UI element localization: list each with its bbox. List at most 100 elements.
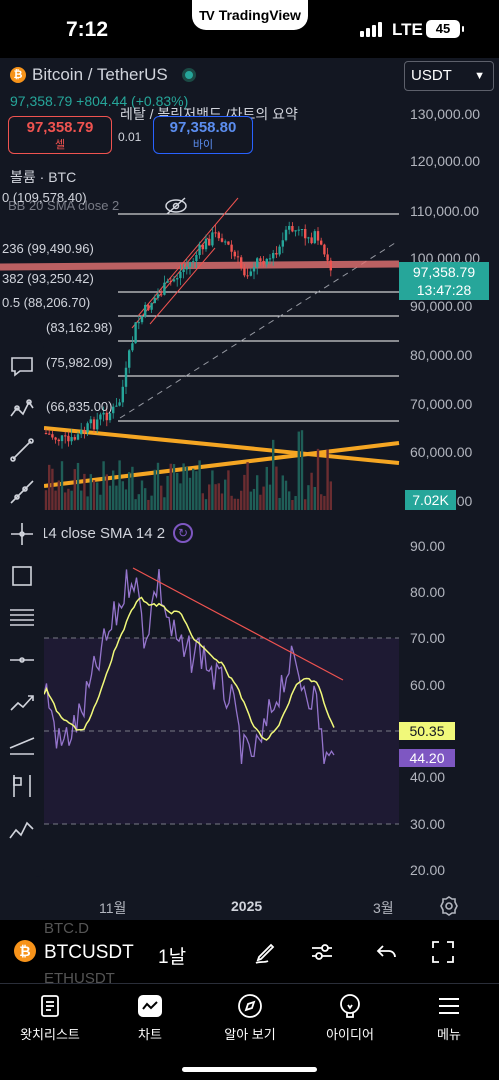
nav-item-ideas[interactable]: 아이디어	[300, 992, 400, 1043]
candle-body	[201, 244, 204, 250]
volume-bar	[288, 491, 291, 510]
volume-bar	[243, 474, 246, 510]
candle-body	[144, 304, 147, 317]
price-axis-label: 110,000.00	[410, 203, 480, 219]
volume-bar	[172, 464, 176, 510]
rsi-axis-label: 70.00	[410, 630, 446, 646]
fib-label: 382 (93,250.42)	[2, 271, 94, 286]
chart-area[interactable]: ₿ Bitcoin / TetherUS 97,358.79 +804.44 (…	[0, 58, 499, 920]
draw-icon[interactable]	[252, 938, 280, 966]
candle-body	[131, 343, 134, 351]
orange-trendline-down[interactable]	[43, 426, 400, 465]
sell-button[interactable]: 97,358.79 셀	[8, 116, 112, 154]
candle-body	[76, 434, 80, 440]
time-axis-label: 11월	[99, 900, 127, 916]
candle-body	[179, 272, 182, 279]
nav-item-menu[interactable]: 메뉴	[399, 992, 499, 1043]
rsi-axis-label: 30.00	[410, 816, 446, 832]
candle-body	[140, 316, 144, 323]
symbol-bar: BTC.D ₿ BTCUSDT 1날 ETHUSDT	[0, 920, 499, 987]
undo-icon[interactable]	[373, 938, 401, 966]
candle-body	[316, 231, 320, 241]
price-axis-label: 70,000.00	[410, 396, 473, 412]
candle-body	[195, 255, 198, 262]
tradingview-logo-icon: TV	[199, 7, 215, 23]
nav-item-explore[interactable]: 알아 보기	[200, 992, 300, 1043]
volume-bar	[310, 472, 313, 510]
ideas-icon	[300, 992, 400, 1020]
ray-tool-icon[interactable]	[6, 476, 38, 508]
last-price: 97,358.79	[412, 264, 476, 280]
interval-button[interactable]: 1날	[158, 942, 186, 969]
pattern-tool-icon[interactable]	[6, 392, 38, 424]
sync-icon[interactable]: ↻	[173, 523, 194, 543]
candle-body	[262, 260, 265, 265]
orange-trendline-up[interactable]	[43, 441, 400, 488]
rsi-axis-label: 90.00	[410, 538, 446, 554]
measure-tool-icon[interactable]	[6, 770, 38, 802]
volume-bar	[256, 475, 259, 510]
nav-item-chart[interactable]: 차트	[100, 992, 200, 1043]
sell-price: 97,358.79	[26, 119, 94, 136]
trendline-tool-icon[interactable]	[6, 434, 38, 466]
volume-bar	[313, 486, 316, 510]
candle-body	[246, 275, 249, 277]
candle-body	[198, 244, 201, 256]
rectangle-tool-icon[interactable]	[6, 560, 38, 592]
drawing-toolbar	[0, 340, 44, 877]
volume-bar	[89, 474, 92, 510]
crosshair-tool-icon[interactable]	[6, 518, 38, 550]
candle-body	[64, 435, 67, 437]
volume-bar	[240, 490, 243, 510]
tradingview-banner[interactable]: TV TradingView	[192, 0, 308, 30]
fib-label: 0 (109,578.40)	[2, 190, 87, 205]
elliott-wave-tool-icon[interactable]	[6, 812, 38, 844]
volume-bar	[198, 460, 201, 510]
volume-legend[interactable]: 볼륨 · BTC	[10, 167, 76, 187]
nav-item-watchlist[interactable]: 왓치리스트	[0, 992, 100, 1043]
horizontal-line-tool-icon[interactable]	[6, 644, 38, 676]
indicators-icon[interactable]	[308, 938, 336, 966]
candle-body	[313, 231, 316, 244]
symbol-name[interactable]: BTCUSDT	[44, 942, 134, 964]
price-axis-label: 120,000.00	[410, 153, 481, 169]
symbol-title[interactable]: ₿ Bitcoin / TetherUS	[10, 65, 196, 85]
rsi-axis-label: 20.00	[410, 862, 446, 878]
nav-label: 왓치리스트	[20, 1027, 80, 1042]
volume-bar	[304, 499, 307, 510]
text-tool-icon[interactable]	[6, 350, 38, 382]
candle-body	[252, 267, 256, 272]
fib-retracement-tool-icon[interactable]	[6, 602, 38, 634]
bitcoin-icon: ₿	[10, 67, 26, 83]
settings-icon[interactable]	[439, 896, 459, 920]
candle-body	[278, 246, 281, 255]
volume-bar	[121, 481, 124, 510]
candle-body	[272, 252, 275, 259]
volume-bar	[48, 464, 51, 510]
last-price-tag: 97,358.79 13:47:28	[399, 262, 489, 300]
rsi-legend[interactable]: 14 close SMA 14 2 ↻	[40, 523, 194, 543]
candle-body	[243, 267, 246, 276]
volume-bar	[160, 485, 163, 510]
volume-bar	[83, 473, 86, 510]
volume-bar	[224, 479, 227, 510]
candle-body	[70, 437, 73, 442]
channel-tool-icon[interactable]	[6, 728, 38, 760]
volume-bar	[134, 499, 137, 510]
volume-bar	[230, 495, 233, 510]
battery-icon: 45	[426, 20, 464, 38]
chart-canvas[interactable]	[0, 58, 499, 920]
volume-bar	[195, 471, 198, 510]
forecast-tool-icon[interactable]	[6, 686, 38, 718]
volume-bar	[316, 448, 320, 510]
volume-bar	[156, 462, 160, 510]
buy-button[interactable]: 97,358.80 바이	[153, 116, 253, 154]
hidden-eye-icon[interactable]	[165, 197, 187, 215]
currency-select[interactable]: USDT ▼	[404, 61, 494, 91]
volume-tag: 7.02K	[405, 490, 456, 510]
volume-bar	[262, 486, 265, 510]
volume-bar	[118, 460, 121, 510]
fullscreen-icon[interactable]	[429, 938, 457, 966]
candle-body	[121, 386, 124, 403]
time-axis-label: 3월	[373, 900, 394, 916]
